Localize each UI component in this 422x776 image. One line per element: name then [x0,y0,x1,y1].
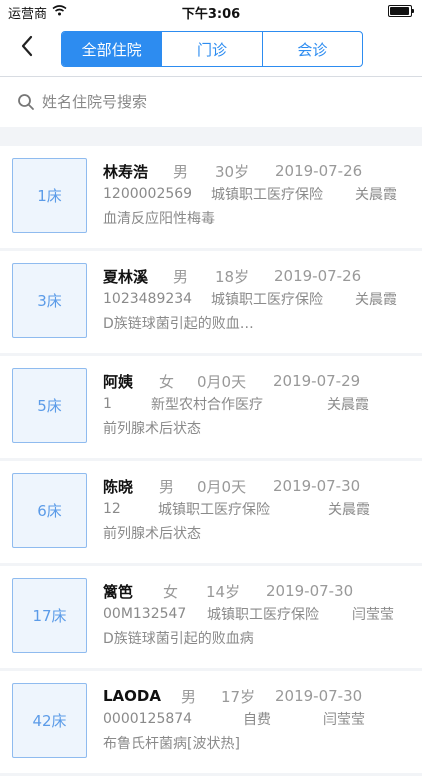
patient-info: 夏林溪 男 18岁 2019-07-26 1023489234 城镇职工医疗保险… [103,265,413,335]
doctor-name: 关晨霞 [355,292,397,308]
patient-gender: 男 [181,687,197,706]
doctor-name: 关晨霞 [328,502,370,518]
tab-all-inpatients[interactable]: 全部住院 [62,32,162,66]
patient-card[interactable]: 17床 篱笆 女 14岁 2019-07-30 00M132547 城镇职工医疗… [0,566,422,668]
search-icon [18,94,34,110]
patient-gender: 男 [173,267,189,286]
diagnosis: D族链球菌引起的败血… [103,316,254,332]
bed-badge: 42床 [12,683,87,758]
patient-name: 陈晓 [103,477,134,496]
back-button[interactable] [14,32,42,60]
tab-outpatient[interactable]: 门诊 [161,32,261,66]
admission-date: 2019-07-26 [275,162,363,180]
patient-card[interactable]: 1床 林寿浩 男 30岁 2019-07-26 1200002569 城镇职工医… [0,146,422,248]
insurance-type: 城镇职工医疗保险 [207,607,319,623]
search-input[interactable] [42,93,402,111]
patient-age: 0月0天 [197,477,247,496]
patient-list: 1床 林寿浩 男 30岁 2019-07-26 1200002569 城镇职工医… [0,146,422,776]
tab-consultation[interactable]: 会诊 [261,32,362,66]
patient-name: LAODA [103,687,161,705]
insurance-type: 城镇职工医疗保险 [211,292,323,308]
patient-name: 林寿浩 [103,162,149,181]
patient-id: 1023489234 [103,291,193,307]
patient-id: 1 [103,396,112,412]
patient-card[interactable]: 5床 阿姨 女 0月0天 2019-07-29 1 新型农村合作医疗 关晨霞 前… [0,356,422,458]
admission-date: 2019-07-30 [266,582,354,600]
patient-name: 夏林溪 [103,267,149,286]
patient-name: 阿姨 [103,372,134,391]
patient-info: 陈晓 男 0月0天 2019-07-30 12 城镇职工医疗保险 关晨霞 前列腺… [103,475,413,545]
patient-age: 0月0天 [197,372,247,391]
admission-date: 2019-07-30 [275,687,363,705]
patient-age: 30岁 [215,162,250,181]
doctor-name: 关晨霞 [355,187,397,203]
diagnosis: 布鲁氏杆菌病[波状热] [103,736,240,752]
patient-gender: 女 [159,372,175,391]
admission-date: 2019-07-29 [273,372,361,390]
patient-age: 17岁 [221,687,256,706]
patient-info: 篱笆 女 14岁 2019-07-30 00M132547 城镇职工医疗保险 闫… [103,580,413,650]
patient-card[interactable]: 42床 LAODA 男 17岁 2019-07-30 0000125874 自费… [0,671,422,773]
diagnosis: D族链球菌引起的败血病 [103,631,254,647]
patient-id: 1200002569 [103,186,193,202]
diagnosis: 前列腺术后状态 [103,526,201,542]
patient-info: 林寿浩 男 30岁 2019-07-26 1200002569 城镇职工医疗保险… [103,160,413,230]
doctor-name: 闫莹莹 [352,607,394,623]
insurance-type: 新型农村合作医疗 [151,397,263,413]
insurance-type: 城镇职工医疗保险 [158,502,270,518]
doctor-name: 关晨霞 [327,397,369,413]
patient-id: 12 [103,501,121,517]
admission-date: 2019-07-30 [273,477,361,495]
status-bar: 运营商 下午3:06 [0,0,422,22]
bed-badge: 1床 [12,158,87,233]
patient-gender: 男 [173,162,189,181]
bed-badge: 6床 [12,473,87,548]
patient-age: 18岁 [215,267,250,286]
diagnosis: 前列腺术后状态 [103,421,201,437]
insurance-type: 城镇职工医疗保险 [211,187,323,203]
patient-info: 阿姨 女 0月0天 2019-07-29 1 新型农村合作医疗 关晨霞 前列腺术… [103,370,413,440]
battery-icon [388,5,414,17]
patient-card[interactable]: 3床 夏林溪 男 18岁 2019-07-26 1023489234 城镇职工医… [0,251,422,353]
patient-name: 篱笆 [103,582,134,601]
admission-date: 2019-07-26 [274,267,362,285]
segmented-control: 全部住院 门诊 会诊 [61,31,363,67]
patient-card[interactable]: 6床 陈晓 男 0月0天 2019-07-30 12 城镇职工医疗保险 关晨霞 … [0,461,422,563]
patient-id: 00M132547 [103,606,187,622]
patient-info: LAODA 男 17岁 2019-07-30 0000125874 自费 闫莹莹… [103,685,413,755]
insurance-type: 自费 [243,712,271,728]
search-bar [0,77,422,127]
status-time: 下午3:06 [181,7,241,22]
patient-age: 14岁 [206,582,241,601]
chevron-left-icon [21,35,33,57]
patient-id: 0000125874 [103,711,193,727]
patient-gender: 女 [163,582,179,601]
bed-badge: 3床 [12,263,87,338]
doctor-name: 闫莹莹 [323,712,365,728]
bed-badge: 17床 [12,578,87,653]
diagnosis: 血清反应阳性梅毒 [103,211,215,227]
patient-gender: 男 [159,477,175,496]
nav-bar: 全部住院 门诊 会诊 [0,22,422,77]
bed-badge: 5床 [12,368,87,443]
